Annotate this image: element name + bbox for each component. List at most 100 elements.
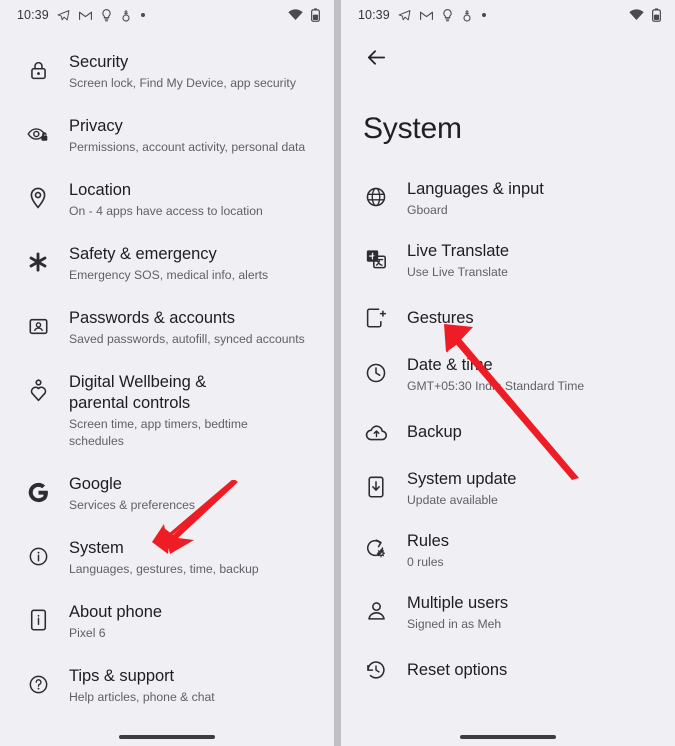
status-bar-right: 10:39 [341, 0, 675, 30]
bulb-icon [442, 8, 453, 22]
settings-row-passwords-accounts[interactable]: Passwords & accounts Saved passwords, au… [0, 296, 334, 360]
google-g-icon [23, 477, 53, 507]
row-subtitle: Signed in as Meh [407, 617, 502, 631]
thermometer-icon [462, 9, 472, 22]
row-subtitle: 0 rules [407, 555, 444, 569]
status-bar-clock: 10:39 [17, 8, 49, 22]
right-phone-screen: 10:39 System Languages & input Gboard Li… [341, 0, 675, 746]
help-circle-icon [23, 669, 53, 699]
settings-row-location[interactable]: Location On - 4 apps have access to loca… [0, 168, 334, 232]
row-subtitle: Services & preferences [69, 498, 195, 512]
row-title: Google [69, 475, 122, 493]
telegram-icon [398, 9, 411, 22]
row-title: Backup [407, 422, 462, 441]
settings-row-privacy[interactable]: Privacy Permissions, account activity, p… [0, 104, 334, 168]
dot-icon [140, 12, 146, 18]
battery-icon [311, 8, 320, 22]
row-subtitle: Screen time, app timers, bedtime schedul… [69, 417, 248, 448]
row-title: System [69, 539, 124, 557]
account-card-icon [23, 311, 53, 341]
system-settings-list: Languages & input Gboard Live Translate … [341, 146, 675, 696]
bulb-icon [101, 8, 112, 22]
asterisk-icon [23, 247, 53, 277]
row-title: Location [69, 181, 131, 199]
system-row-languages-input[interactable]: Languages & input Gboard [341, 168, 675, 230]
settings-row-system[interactable]: System Languages, gestures, time, backup [0, 526, 334, 590]
page-title: System [363, 112, 462, 145]
translate-icon [361, 244, 391, 274]
row-subtitle: Gboard [407, 203, 448, 217]
person-icon [361, 596, 391, 626]
system-row-gestures[interactable]: Gestures [341, 292, 675, 344]
row-title: Digital Wellbeing & parental controls [69, 373, 207, 412]
row-subtitle: Emergency SOS, medical info, alerts [69, 268, 269, 282]
settings-row-tips-support[interactable]: Tips & support Help articles, phone & ch… [0, 654, 334, 718]
row-subtitle: Help articles, phone & chat [69, 690, 215, 704]
left-phone-screen: 10:39 Security Screen lock, Find My Devi… [0, 0, 334, 746]
row-subtitle: Languages, gestures, time, backup [69, 562, 259, 576]
dual-screenshot-container: 10:39 Security Screen lock, Find My Devi… [0, 0, 675, 746]
settings-row-digital-wellbeing[interactable]: Digital Wellbeing & parental controls Sc… [0, 360, 334, 462]
telegram-icon [57, 9, 70, 22]
row-subtitle: On - 4 apps have access to location [69, 204, 263, 218]
system-row-multiple-users[interactable]: Multiple users Signed in as Meh [341, 582, 675, 644]
globe-icon [361, 182, 391, 212]
row-title: System update [407, 470, 517, 488]
gesture-phone-icon [361, 303, 391, 333]
history-icon [361, 655, 391, 685]
row-title: Live Translate [407, 242, 510, 260]
row-subtitle: Saved passwords, autofill, synced accoun… [69, 332, 305, 346]
info-circle-icon [23, 541, 53, 571]
screen-divider [334, 0, 341, 746]
cloud-upload-icon [361, 417, 391, 447]
row-title: Security [69, 53, 129, 71]
lock-icon [23, 55, 53, 85]
row-subtitle: Pixel 6 [69, 626, 106, 640]
row-subtitle: Screen lock, Find My Device, app securit… [69, 76, 296, 90]
system-row-system-update[interactable]: System update Update available [341, 458, 675, 520]
row-title: Gestures [407, 308, 474, 327]
rules-icon [361, 534, 391, 564]
system-row-live-translate[interactable]: Live Translate Use Live Translate [341, 230, 675, 292]
battery-icon [652, 8, 661, 22]
app-bar [341, 30, 675, 84]
row-title: Rules [407, 532, 449, 550]
settings-row-safety-emergency[interactable]: Safety & emergency Emergency SOS, medica… [0, 232, 334, 296]
row-subtitle: Use Live Translate [407, 265, 508, 279]
eye-lock-icon [23, 119, 53, 149]
clock-icon [361, 358, 391, 388]
gmail-icon [419, 10, 433, 21]
wellbeing-icon [23, 375, 53, 405]
home-indicator [460, 735, 556, 739]
thermometer-icon [121, 9, 131, 22]
wifi-icon [288, 9, 303, 21]
row-title: Tips & support [69, 667, 175, 685]
gmail-icon [78, 10, 92, 21]
wifi-icon [629, 9, 644, 21]
status-bar-clock: 10:39 [358, 8, 390, 22]
row-subtitle: GMT+05:30 India Standard Time [407, 379, 585, 393]
back-arrow-icon[interactable] [361, 42, 391, 72]
row-subtitle: Permissions, account activity, personal … [69, 140, 306, 154]
settings-row-security[interactable]: Security Screen lock, Find My Device, ap… [0, 40, 334, 104]
system-row-rules[interactable]: Rules 0 rules [341, 520, 675, 582]
row-title: Date & time [407, 356, 493, 374]
dot-icon [481, 12, 487, 18]
settings-list: Security Screen lock, Find My Device, ap… [0, 30, 334, 718]
system-row-date-time[interactable]: Date & time GMT+05:30 India Standard Tim… [341, 344, 675, 406]
system-row-backup[interactable]: Backup [341, 406, 675, 458]
row-title: Reset options [407, 660, 508, 679]
row-title: Languages & input [407, 180, 544, 198]
system-update-icon [361, 472, 391, 502]
phone-info-icon [23, 605, 53, 635]
row-title: Privacy [69, 117, 123, 135]
row-title: About phone [69, 603, 163, 621]
settings-row-about-phone[interactable]: About phone Pixel 6 [0, 590, 334, 654]
home-indicator [119, 735, 215, 739]
row-title: Multiple users [407, 594, 509, 612]
row-title: Safety & emergency [69, 245, 217, 263]
system-row-reset-options[interactable]: Reset options [341, 644, 675, 696]
location-pin-icon [23, 183, 53, 213]
row-title: Passwords & accounts [69, 309, 235, 327]
settings-row-google[interactable]: Google Services & preferences [0, 462, 334, 526]
